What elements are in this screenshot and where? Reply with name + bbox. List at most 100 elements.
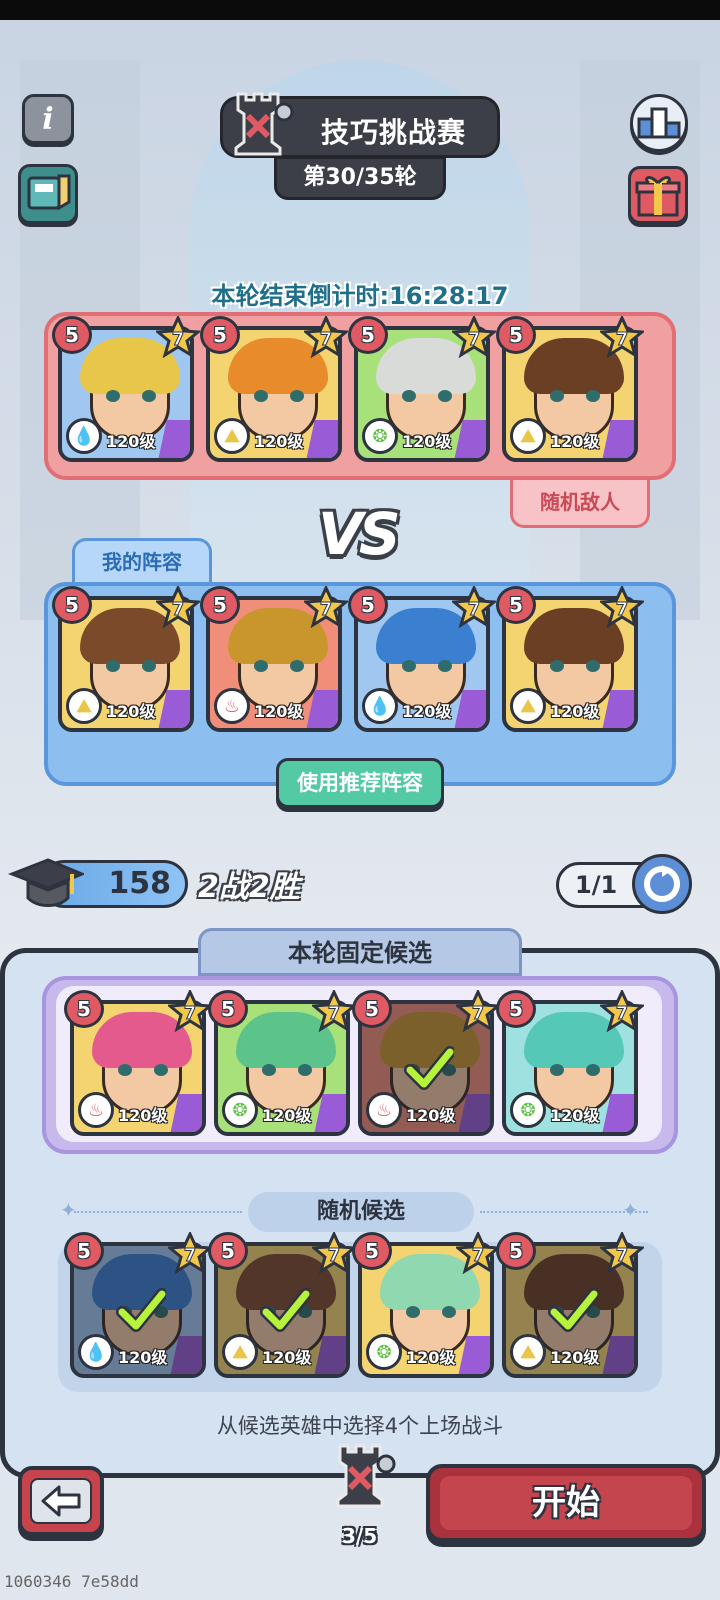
hero-level: 120级 [550, 1348, 600, 1367]
hero-level: 120级 [262, 1348, 312, 1367]
random-enemy-tab: 随机敌人 [510, 480, 650, 528]
fire-element-icon: ♨ [214, 688, 250, 724]
back-button[interactable] [18, 1466, 104, 1536]
hero-eye [118, 1064, 132, 1076]
hero-eye [298, 1064, 312, 1076]
hero-card[interactable]: ♨ 120级 5 7 [352, 990, 500, 1140]
grade-star-icon: 7 [600, 1232, 644, 1274]
star-level-text: 5 [221, 1239, 235, 1263]
refresh-icon [644, 865, 680, 902]
grade-star-icon: 7 [304, 316, 348, 358]
my-team-tab: 我的阵容 [72, 538, 212, 584]
water-element-icon: 💧 [66, 418, 102, 454]
hero-eye [550, 660, 564, 672]
hero-level: 120级 [106, 702, 156, 721]
hero-card[interactable]: ⛰ 120级 5 7 [208, 1232, 356, 1382]
hero-card[interactable]: ⛰ 120级 5 7 [496, 586, 644, 736]
earth-element-icon: ⛰ [66, 688, 102, 724]
hero-eye [406, 1306, 420, 1318]
selection-hint: 从候选英雄中选择4个上场战斗 [216, 1414, 504, 1438]
grade-text: 7 [320, 329, 333, 350]
hero-card[interactable]: ❂ 120级 5 7 [496, 990, 644, 1140]
hero-level: 120级 [254, 702, 304, 721]
earth-element-icon: ⛰ [214, 418, 250, 454]
hero-card[interactable]: ❂ 120级 5 7 [352, 1232, 500, 1382]
hero-eye [550, 1064, 564, 1076]
guide-button[interactable] [18, 164, 78, 224]
hero-card[interactable]: ♨ 120级 5 7 [200, 586, 348, 736]
grade-star-icon: 7 [600, 586, 644, 628]
use-recommended-team-button[interactable]: 使用推荐阵容 [276, 758, 444, 808]
earth-element-icon: ⛰ [510, 1334, 546, 1370]
gift-button[interactable] [628, 166, 688, 224]
refresh-count-text: 1/1 [575, 871, 618, 899]
hero-card[interactable]: ♨ 120级 5 7 [64, 990, 212, 1140]
hero-card[interactable]: ⛰ 120级 5 7 [52, 586, 200, 736]
vs-label: VS [318, 500, 401, 568]
grade-star-icon: 7 [304, 586, 348, 628]
grade-text: 7 [172, 329, 185, 350]
rank-button[interactable] [630, 94, 688, 152]
hero-card[interactable]: 💧 120级 5 7 [64, 1232, 212, 1382]
back-arrow-icon [41, 1485, 81, 1517]
star-level-badge: 5 [496, 990, 536, 1028]
star-level-text: 5 [77, 1239, 91, 1263]
earth-element-icon: ⛰ [510, 418, 546, 454]
grade-text: 7 [328, 1245, 341, 1266]
star-level-text: 5 [509, 1239, 523, 1263]
selection-progress: 3/5 [342, 1524, 378, 1548]
star-level-text: 5 [213, 593, 227, 617]
page-title: 技巧挑战赛 [321, 116, 467, 149]
grade-text: 7 [616, 329, 629, 350]
wind-element-icon: ❂ [510, 1092, 546, 1128]
checkmark-icon [404, 1046, 454, 1090]
chess-rook-icon [336, 1444, 396, 1508]
hero-eye [290, 660, 304, 672]
hero-level: 120级 [406, 1106, 456, 1125]
wind-element-icon: ❂ [366, 1334, 402, 1370]
grade-star-icon: 7 [312, 1232, 356, 1274]
hero-eye [586, 390, 600, 402]
hero-card[interactable]: ❂ 120级 5 7 [208, 990, 356, 1140]
hero-level: 120级 [118, 1106, 168, 1125]
earth-element-icon: ⛰ [510, 688, 546, 724]
hero-eye [154, 1064, 168, 1076]
hero-level: 120级 [402, 702, 452, 721]
checkmark-icon [548, 1288, 598, 1332]
random-candidates-label: 随机候选 [248, 1192, 474, 1232]
grade-text: 7 [320, 599, 333, 620]
grade-text: 7 [616, 1003, 629, 1024]
star-level-badge: 5 [348, 316, 388, 354]
star-level-badge: 5 [200, 586, 240, 624]
star-level-text: 5 [365, 997, 379, 1021]
star-level-badge: 5 [52, 316, 92, 354]
star-level-badge: 5 [64, 1232, 104, 1270]
hero-eye [586, 660, 600, 672]
star-level-badge: 5 [208, 1232, 248, 1270]
hero-eye [402, 390, 416, 402]
divider [74, 1211, 242, 1213]
start-button[interactable]: 开始 [426, 1464, 706, 1542]
fire-element-icon: ♨ [78, 1092, 114, 1128]
grade-text: 7 [184, 1245, 197, 1266]
hero-level: 120级 [106, 432, 156, 451]
star-level-text: 5 [361, 323, 375, 347]
hero-eye [290, 390, 304, 402]
info-button[interactable]: i [22, 94, 74, 144]
countdown-timer: 本轮结束倒计时:16:28:17 [211, 282, 509, 310]
star-level-badge: 5 [64, 990, 104, 1028]
grade-text: 7 [184, 1003, 197, 1024]
refresh-button[interactable] [632, 854, 692, 914]
grade-text: 7 [328, 1003, 341, 1024]
hero-eye [106, 660, 120, 672]
graduation-cap-icon [8, 858, 84, 907]
fixed-candidates-header: 本轮固定候选 [198, 928, 522, 976]
star-level-text: 5 [361, 593, 375, 617]
hero-level: 120级 [550, 1106, 600, 1125]
grade-star-icon: 7 [452, 316, 496, 358]
grade-star-icon: 7 [312, 990, 356, 1032]
star-level-badge: 5 [496, 586, 536, 624]
hero-card[interactable]: 💧 120级 5 7 [348, 586, 496, 736]
book-icon [27, 174, 71, 211]
hero-card[interactable]: ⛰ 120级 5 7 [496, 1232, 644, 1382]
